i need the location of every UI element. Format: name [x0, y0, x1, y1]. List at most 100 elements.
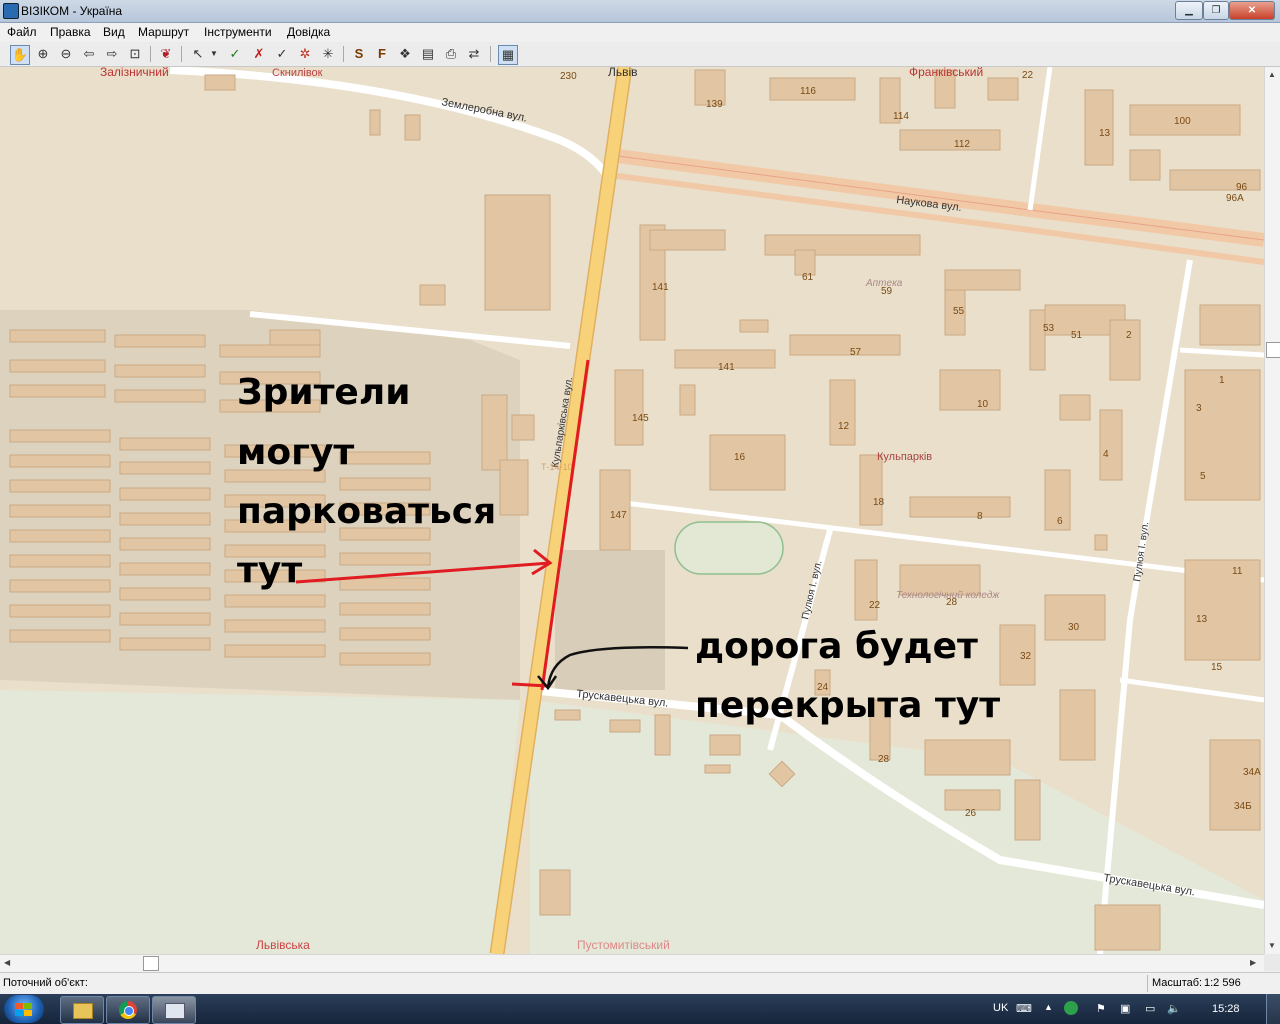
house-number: 32 [1020, 651, 1032, 662]
minimize-button[interactable]: ▁ [1175, 1, 1203, 20]
house-number: 139 [706, 99, 723, 110]
menu-route[interactable]: Маршрут [138, 25, 189, 39]
map-layers-icon[interactable]: ❦ [157, 45, 175, 63]
house-number: 57 [850, 347, 862, 358]
zoom-extent-icon[interactable]: ⊡ [126, 45, 144, 63]
house-number: 141 [652, 282, 669, 293]
horizontal-scrollbar[interactable]: ◀ ▶ [0, 954, 1264, 972]
house-number: 22 [869, 600, 881, 611]
hand-icon[interactable]: ✋ [10, 45, 30, 65]
house-number: 5 [1200, 471, 1206, 482]
toolbar-separator [490, 46, 491, 62]
scroll-left-icon[interactable]: ◀ [4, 958, 10, 967]
app-icon [3, 3, 19, 19]
house-number: 61 [802, 272, 814, 283]
flag-icon[interactable]: F [373, 45, 391, 63]
close-button[interactable]: ✕ [1229, 1, 1275, 20]
map-view[interactable]: Залізничний Франківський Львівська Пусто… [0, 67, 1264, 954]
torrent-icon[interactable] [1064, 1001, 1078, 1015]
area-label: Скнилівок [272, 67, 323, 79]
toolbar-separator [150, 46, 151, 62]
house-number: 53 [1043, 323, 1055, 334]
volume-icon[interactable]: 🔈 [1167, 1002, 1181, 1015]
house-number: 22 [1022, 70, 1034, 81]
current-object-label: Поточний об'єкт: [3, 977, 88, 989]
size-grip [1264, 954, 1280, 971]
back-arrow-icon[interactable]: ⇦ [80, 45, 98, 63]
parking-annotation-line: могут [237, 432, 354, 473]
house-number: 230 [560, 71, 577, 82]
vertical-scroll-thumb[interactable] [1266, 342, 1280, 358]
settings-icon[interactable]: ✳ [319, 45, 337, 63]
flag-icon[interactable]: ⚑ [1096, 1002, 1106, 1015]
house-number: 12 [838, 421, 850, 432]
toolbar: ✋ ⊕ ⊖ ⇦ ⇨ ⊡ ❦ ↖ ▼ ✓ ✗ ✓ ✲ ✳ S F ❖ ▤ ⎙ ⇄ … [0, 42, 1280, 67]
print-icon[interactable]: ⎙ [442, 45, 460, 63]
route-remove-icon[interactable]: ✗ [250, 45, 268, 63]
language-indicator[interactable]: UK [993, 1002, 1008, 1014]
layers-icon[interactable]: ▤ [419, 45, 437, 63]
house-number: 30 [1068, 622, 1080, 633]
poi-icon[interactable]: ✲ [296, 45, 314, 63]
clock[interactable]: 15:28 [1212, 1003, 1240, 1015]
house-number: 112 [954, 139, 970, 150]
group-icon[interactable]: ❖ [396, 45, 414, 63]
house-number: 147 [610, 510, 627, 521]
district-label: Пустомитівський [577, 938, 670, 952]
house-number: 28 [878, 754, 890, 765]
horizontal-scroll-thumb[interactable] [143, 956, 159, 971]
window-title: ВІЗІКОМ - Україна [21, 4, 123, 18]
show-hidden-icons[interactable]: ▲ [1044, 1002, 1053, 1012]
menu-tools[interactable]: Інструменти [204, 25, 272, 39]
house-number: 10 [977, 399, 989, 410]
stadium [674, 521, 784, 575]
scroll-up-icon[interactable]: ▲ [1268, 70, 1276, 79]
visicom-icon [165, 1003, 185, 1019]
menu-help[interactable]: Довідка [287, 25, 330, 39]
house-number: 59 [881, 286, 893, 297]
district-label: Львівська [256, 938, 310, 952]
taskbar-visicom[interactable] [152, 996, 196, 1024]
show-desktop-button[interactable] [1266, 994, 1280, 1024]
building-large [484, 194, 551, 311]
start-button[interactable] [4, 995, 44, 1023]
device-icon[interactable]: ▣ [1120, 1002, 1130, 1015]
house-number: 96А [1226, 193, 1244, 204]
route-options-icon[interactable]: ✓ [273, 45, 291, 63]
house-number: 100 [1174, 116, 1191, 127]
closure-mark [511, 682, 549, 688]
menu-file[interactable]: Файл [7, 25, 37, 39]
map-canvas[interactable]: Залізничний Франківський Львівська Пусто… [0, 67, 1264, 954]
keyboard-icon[interactable]: ⌨ [1016, 1002, 1032, 1015]
taskbar-explorer[interactable] [60, 996, 104, 1024]
house-number: 4 [1103, 449, 1109, 460]
dropdown-icon[interactable]: ▼ [209, 45, 219, 63]
vertical-scrollbar[interactable]: ▲ ▼ [1264, 67, 1280, 954]
menu-view[interactable]: Вид [103, 25, 125, 39]
house-number: 116 [800, 86, 816, 97]
export-icon[interactable]: ⇄ [465, 45, 483, 63]
forward-arrow-icon[interactable]: ⇨ [103, 45, 121, 63]
menu-edit[interactable]: Правка [50, 25, 91, 39]
house-number: 15 [1211, 662, 1223, 673]
scroll-down-icon[interactable]: ▼ [1268, 941, 1276, 950]
map-view-icon[interactable]: ▦ [498, 45, 518, 65]
power-icon[interactable]: ▭ [1145, 1002, 1155, 1015]
zoom-in-icon[interactable]: ⊕ [34, 45, 52, 63]
house-number: 11 [1232, 566, 1243, 577]
chrome-icon [119, 1001, 137, 1019]
house-number: 2 [1126, 330, 1132, 341]
maximize-button[interactable]: ❐ [1203, 1, 1229, 20]
taskbar-chrome[interactable] [106, 996, 150, 1024]
folder-icon [73, 1003, 93, 1019]
zoom-out-icon[interactable]: ⊖ [57, 45, 75, 63]
house-number: 1 [1219, 375, 1225, 386]
menu-bar: Файл Правка Вид Маршрут Інструменти Дові… [0, 23, 1280, 41]
search-icon[interactable]: S [350, 45, 368, 63]
scroll-right-icon[interactable]: ▶ [1250, 958, 1256, 967]
green-area-southwest [0, 690, 520, 954]
route-add-icon[interactable]: ✓ [226, 45, 244, 63]
select-cursor-icon[interactable]: ↖ [189, 45, 207, 63]
house-number: 18 [873, 497, 885, 508]
scale-label: Масштаб: [1152, 977, 1203, 989]
